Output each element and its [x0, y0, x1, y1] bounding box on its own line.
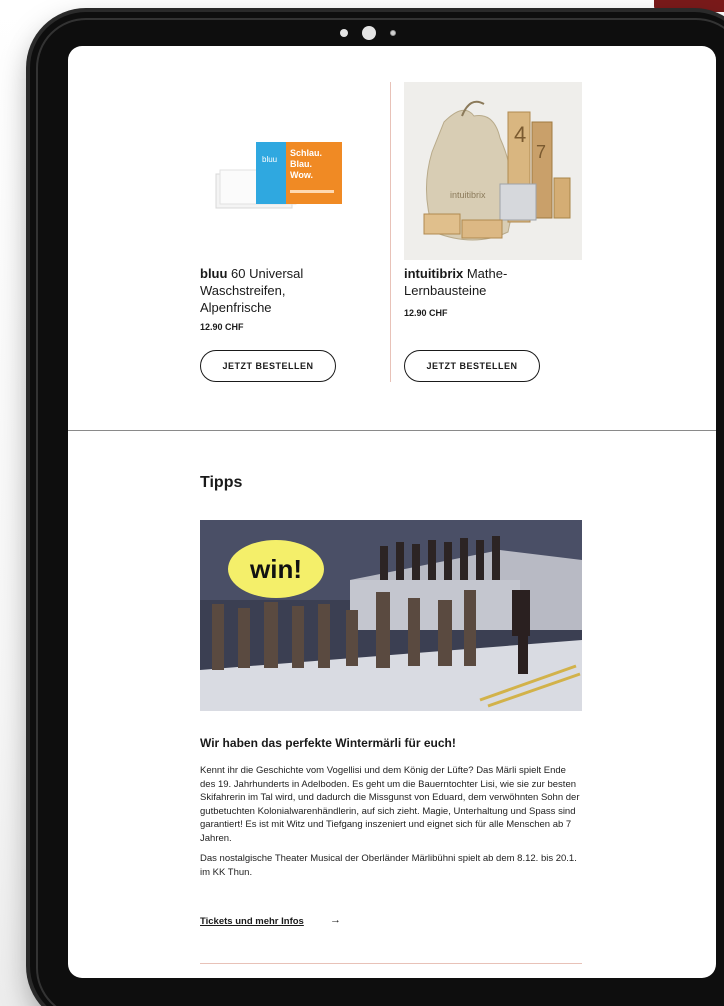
- order-button-bluu[interactable]: JETZT BESTELLEN: [200, 350, 336, 382]
- product-image-bluu: bluu Schlau. Blau. Wow.: [200, 82, 378, 260]
- bluu-box-illustration: bluu Schlau. Blau. Wow.: [215, 142, 342, 209]
- product-title-intuitibrix: intuitibrix Mathe-Lernbausteine: [404, 266, 508, 298]
- bottom-divider: [200, 963, 582, 964]
- article-paragraph: Kennt ihr die Geschichte vom Vogellisi u…: [200, 765, 580, 844]
- product-price-intuitibrix: 12.90 CHF: [404, 308, 448, 318]
- box-brand-text: bluu: [262, 155, 277, 164]
- tablet-screen: bluu Schlau. Blau. Wow. bluu 60 Universa…: [68, 46, 716, 978]
- hero-image[interactable]: win!: [200, 520, 582, 711]
- svg-text:7: 7: [536, 142, 546, 162]
- win-badge: win!: [228, 540, 324, 598]
- product-image-intuitibrix: intuitibrix 4 7: [404, 82, 582, 260]
- svg-text:Schlau.: Schlau.: [290, 148, 322, 158]
- tickets-link[interactable]: Tickets und mehr Infos: [200, 916, 304, 927]
- article-paragraph: Das nostalgische Theater Musical der Obe…: [200, 853, 577, 878]
- bag-brand-text: intuitibrix: [450, 190, 486, 200]
- corner-accent: [654, 0, 724, 12]
- sensor-dot: [390, 30, 396, 36]
- order-button-intuitibrix[interactable]: JETZT BESTELLEN: [404, 350, 540, 382]
- product-price-bluu: 12.90 CHF: [200, 322, 244, 332]
- article-title: Wir haben das perfekte Wintermärli für e…: [200, 736, 456, 750]
- svg-text:Blau.: Blau.: [290, 159, 312, 169]
- section-divider: [68, 430, 716, 431]
- section-title: Tipps: [200, 474, 243, 491]
- bag-and-blocks-illustration: intuitibrix 4 7: [423, 100, 571, 241]
- product-divider: [390, 82, 391, 382]
- arrow-right-icon[interactable]: →: [330, 914, 341, 926]
- camera-icon: [362, 26, 376, 40]
- article-body: Kennt ihr die Geschichte vom Vogellisi u…: [200, 764, 582, 886]
- product-title-bluu: bluu 60 Universal Waschstreifen, Alpenfr…: [200, 266, 304, 315]
- svg-text:4: 4: [514, 122, 526, 147]
- camera-bar: [328, 24, 408, 42]
- svg-text:Wow.: Wow.: [290, 170, 313, 180]
- sensor-dot: [340, 29, 348, 37]
